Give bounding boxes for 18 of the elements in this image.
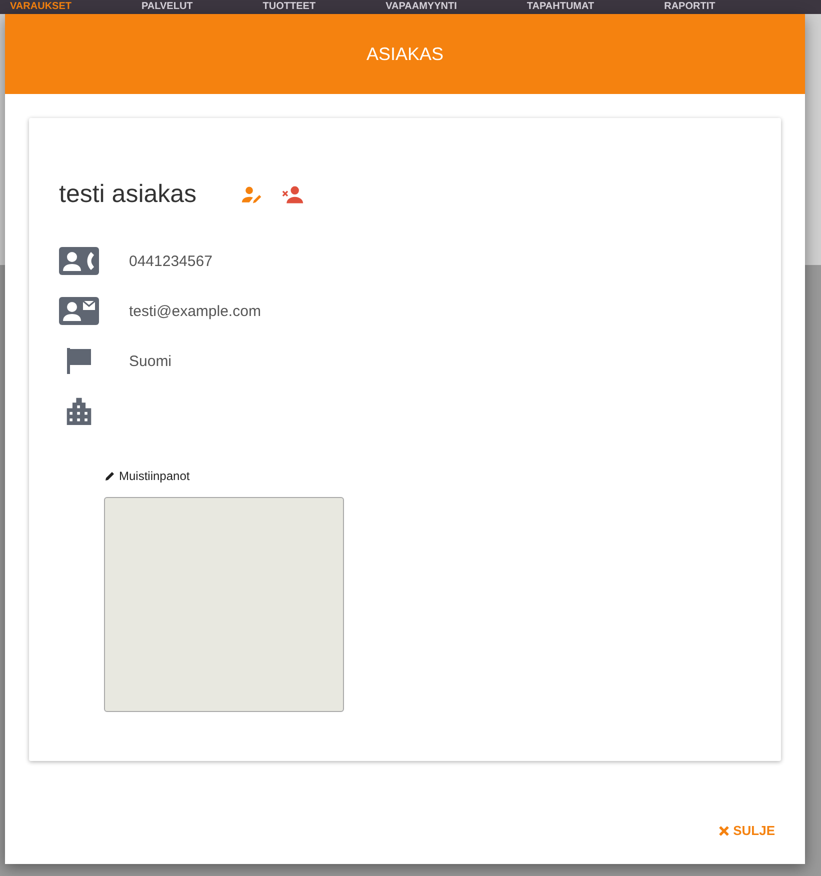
contact-phone-icon bbox=[59, 247, 99, 275]
nav-tab[interactable]: TUOTTEET bbox=[262, 1, 316, 13]
nav-tab[interactable]: RAPORTIT bbox=[664, 1, 716, 13]
detail-value: Suomi bbox=[129, 352, 172, 370]
nav-tab[interactable]: PALVELUT bbox=[141, 1, 193, 13]
remove-person-icon[interactable] bbox=[282, 184, 304, 206]
contact-mail-icon bbox=[59, 297, 99, 325]
close-icon bbox=[719, 826, 730, 836]
nav-tab[interactable]: VAPAAMYYNTI bbox=[386, 1, 457, 13]
notes-label: Muistiinpanot bbox=[119, 469, 190, 483]
dialog-title: ASIAKAS bbox=[366, 44, 444, 64]
notes-field[interactable] bbox=[104, 497, 344, 712]
pencil-icon bbox=[104, 470, 116, 482]
customer-name: testi asiakas bbox=[59, 180, 197, 209]
detail-value: testi@example.com bbox=[129, 302, 261, 320]
nav-tab[interactable]: VARAUKSET bbox=[10, 1, 72, 13]
nav-tab[interactable]: TAPAHTUMAT bbox=[526, 1, 594, 13]
detail-value: 0441234567 bbox=[129, 252, 212, 270]
